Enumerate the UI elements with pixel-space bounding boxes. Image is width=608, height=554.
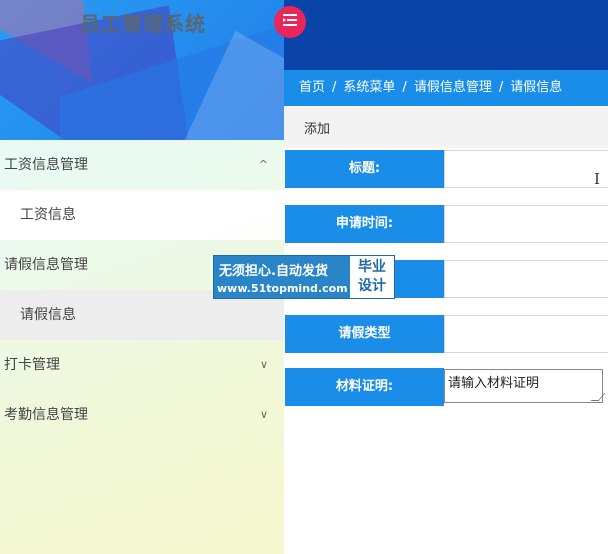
chevron-up-icon: ^	[258, 158, 268, 171]
menu-item-attendance-management[interactable]: 考勤信息管理 ∨	[0, 390, 284, 440]
breadcrumb: 首页 / 系统菜单 / 请假信息管理 / 请假信息	[284, 70, 608, 106]
breadcrumb-home[interactable]: 首页	[299, 80, 325, 95]
breadcrumb-separator: /	[332, 80, 337, 95]
menu-item-label: 请假信息管理	[4, 257, 88, 273]
leave-type-label: 请假类型	[285, 315, 444, 353]
leave-type-input[interactable]	[444, 315, 608, 353]
add-button[interactable]: 添加	[304, 118, 330, 137]
menu-item-label: 考勤信息管理	[4, 407, 88, 423]
app-title: 员工管理系统	[80, 12, 206, 36]
text-cursor-icon: I	[594, 170, 600, 188]
material-proof-label: 材料证明:	[285, 368, 444, 406]
breadcrumb-leave-management[interactable]: 请假信息管理	[414, 80, 492, 95]
chevron-down-icon: ∨	[259, 408, 268, 421]
watermark-badge: 毕业 设计	[348, 256, 394, 298]
watermark-text: 无须担心.自动发货 www.51topmind.com	[214, 256, 348, 298]
material-proof-textarea[interactable]	[444, 369, 603, 403]
watermark-url: www.51topmind.com	[217, 282, 348, 295]
watermark-badge-line1: 毕业	[358, 259, 386, 275]
menu-icon	[283, 14, 297, 26]
menu-item-label: 打卡管理	[4, 357, 60, 373]
action-bar: 添加	[284, 106, 608, 148]
top-header	[284, 0, 608, 70]
title-input[interactable]	[444, 150, 608, 188]
breadcrumb-system-menu[interactable]: 系统菜单	[343, 80, 395, 95]
sidebar-header: 员工管理系统	[0, 0, 284, 140]
apply-time-label: 申请时间:	[285, 205, 444, 243]
menu-item-label: 工资信息管理	[4, 157, 88, 173]
menu-item-label: 请假信息	[20, 307, 76, 323]
breadcrumb-leave-info: 请假信息	[510, 80, 563, 95]
menu-item-label: 工资信息	[20, 207, 76, 223]
menu-item-salary-management[interactable]: 工资信息管理 ^	[0, 140, 284, 190]
breadcrumb-separator: /	[402, 80, 407, 95]
title-label: 标题:	[285, 150, 444, 188]
menu-item-punch-management[interactable]: 打卡管理 ∨	[0, 340, 284, 390]
sidebar-toggle-button[interactable]	[274, 6, 306, 38]
breadcrumb-separator: /	[498, 80, 504, 95]
watermark-banner: 无须担心.自动发货 www.51topmind.com 毕业 设计	[213, 255, 395, 299]
apply-time-input[interactable]	[444, 205, 608, 243]
watermark-slogan: 无须担心.自动发货	[219, 264, 328, 279]
menu-item-salary-info[interactable]: 工资信息	[0, 190, 284, 240]
chevron-down-icon: ∨	[259, 358, 268, 371]
watermark-badge-line2: 设计	[358, 278, 386, 294]
field-input[interactable]	[444, 260, 608, 298]
